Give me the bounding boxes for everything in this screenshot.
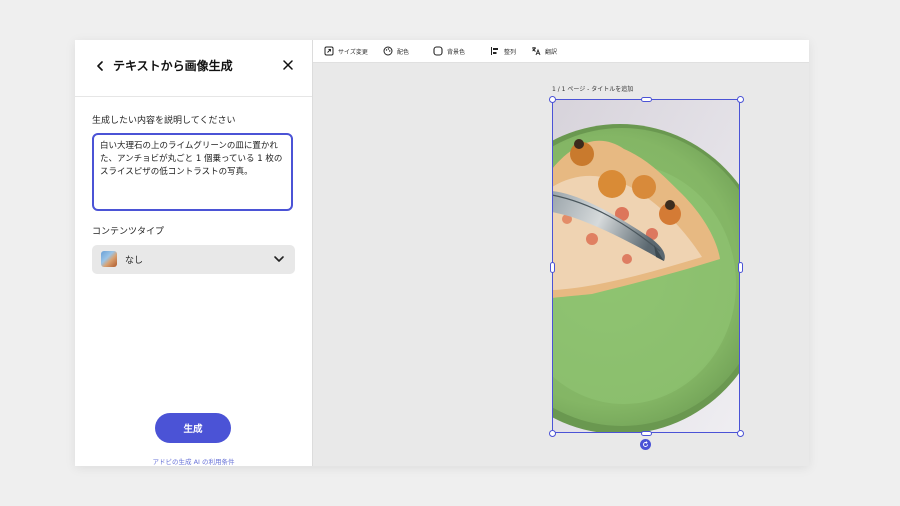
resize-handle-bottom-left[interactable]: [549, 430, 556, 437]
rotate-handle[interactable]: [640, 439, 651, 450]
toolbar-color-button[interactable]: 配色: [383, 45, 409, 57]
resize-handle-bottom-right[interactable]: [737, 430, 744, 437]
resize-handle-right[interactable]: [738, 262, 743, 273]
app-window: テキストから画像生成 生成したい内容を説明してください 白い大理石の上のライムグ…: [75, 40, 809, 466]
background-color-icon: [433, 46, 443, 56]
resize-handle-top-left[interactable]: [549, 96, 556, 103]
panel-header: テキストから画像生成: [75, 40, 312, 97]
pizza-plate-photo: [552, 99, 740, 433]
back-button[interactable]: [91, 57, 109, 75]
content-type-label: コンテンツタイプ: [92, 227, 165, 237]
chevron-left-icon: [96, 61, 103, 71]
toolbar-resize-button[interactable]: サイズ変更: [324, 45, 368, 57]
translate-icon: [532, 47, 541, 56]
toolbar-translate-button[interactable]: 翻訳: [531, 45, 557, 57]
toolbar-translate-label: 翻訳: [545, 48, 558, 56]
content-type-select[interactable]: なし: [92, 245, 295, 274]
prompt-input[interactable]: 白い大理石の上のライムグリーンの皿に置かれた、アンチョビが丸ごと 1 個乗ってい…: [92, 133, 293, 211]
close-button[interactable]: [279, 56, 297, 74]
page-caption[interactable]: 1 / 1 ページ - タイトルを追加: [552, 84, 633, 93]
toolbar-color-label: 配色: [397, 48, 410, 56]
resize-handle-left[interactable]: [550, 262, 555, 273]
resize-handle-top-right[interactable]: [737, 96, 744, 103]
panel-title: テキストから画像生成: [113, 59, 233, 73]
generate-button[interactable]: 生成: [155, 413, 231, 443]
toolbar-align-button[interactable]: 整列: [490, 45, 516, 57]
content-type-value: なし: [125, 256, 144, 266]
resize-handle-bottom[interactable]: [641, 431, 652, 436]
toolbar-align-label: 整列: [504, 48, 517, 56]
toolbar-bgcolor-label: 背景色: [447, 48, 466, 56]
resize-handle-top[interactable]: [641, 97, 652, 102]
chevron-down-icon: [274, 256, 284, 262]
resize-icon: [324, 46, 334, 56]
align-icon: [491, 47, 498, 55]
editor-toolbar: サイズ変更 配色 背景色 整列 翻訳: [313, 40, 809, 63]
prompt-label: 生成したい内容を説明してください: [92, 116, 236, 126]
palette-icon: [383, 46, 393, 56]
text-to-image-panel: テキストから画像生成 生成したい内容を説明してください 白い大理石の上のライムグ…: [75, 40, 313, 466]
toolbar-bgcolor-button[interactable]: 背景色: [433, 45, 465, 57]
close-icon: [283, 60, 293, 70]
genai-terms-link[interactable]: アドビの生成 AI の利用条件: [75, 456, 312, 466]
rotate-icon: [643, 441, 648, 447]
generated-image[interactable]: [552, 99, 740, 433]
toolbar-resize-label: サイズ変更: [338, 48, 368, 56]
content-type-thumbnail: [101, 251, 117, 267]
